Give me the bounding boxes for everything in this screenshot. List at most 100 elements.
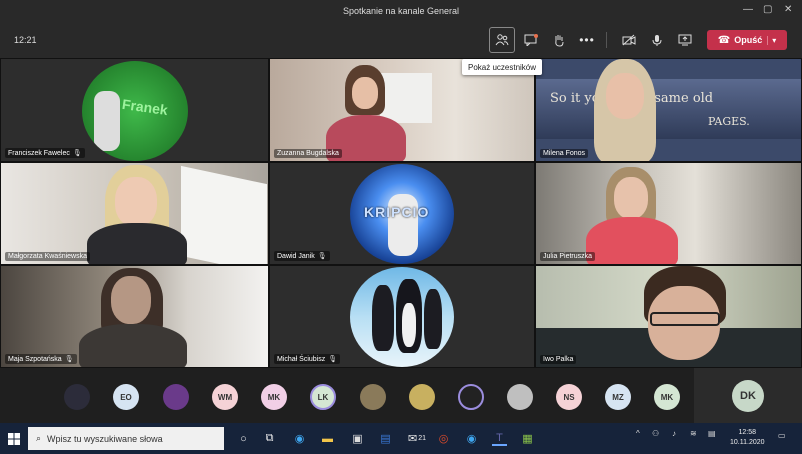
participant-name: Milena Fonos (540, 149, 589, 158)
leave-meeting-button[interactable]: ☎ Opuść ▾ (707, 30, 787, 50)
chevron-down-icon: ▾ (767, 35, 776, 45)
person-face (115, 177, 157, 227)
participant-name: Maja Szpotańska 🎙︎ (5, 354, 77, 364)
participant-name: Dawid Janik 🎙︎ (274, 251, 330, 261)
share-screen-button[interactable] (672, 27, 698, 53)
camera-toggle-button[interactable] (616, 27, 642, 53)
participant-name: Michał Ściubisz 🎙︎ (274, 354, 341, 364)
participant-name: Zuzanna Bugdalska (274, 149, 342, 158)
microphone-icon (652, 34, 662, 46)
self-view[interactable]: DK (694, 368, 802, 423)
person-face (614, 177, 648, 219)
close-window-button[interactable]: ✕ (784, 4, 792, 15)
participant-avatar[interactable]: WM (212, 384, 238, 410)
person-body (87, 223, 187, 264)
chat-button[interactable] (518, 27, 544, 53)
video-tile[interactable]: KRIPCIO Dawid Janik 🎙︎ (269, 162, 535, 265)
leave-label: Opuść (734, 35, 763, 45)
raise-hand-button[interactable] (546, 27, 572, 53)
taskbar-search[interactable]: ⌕ Wpisz tu wyszukiwane słowa (28, 427, 224, 450)
app-icon[interactable]: ▦ (520, 431, 535, 446)
notifications-icon[interactable]: ▭ (778, 431, 786, 440)
more-icon: ••• (579, 33, 595, 47)
participant-avatar[interactable]: MK (261, 384, 287, 410)
task-view-icon[interactable]: ⧉ (262, 431, 277, 446)
avatar-figure (94, 91, 120, 151)
tray-chevron-up-icon[interactable]: ^ (636, 429, 640, 438)
video-tile[interactable]: Małgorzata Kwaśniewska (0, 162, 269, 265)
participant-name: Franciszek Fawelec 🎙︎ (5, 148, 85, 158)
participant-avatar-speaking[interactable]: LK (310, 384, 336, 410)
cortana-icon[interactable]: ○ (236, 431, 251, 446)
participant-avatar[interactable] (360, 384, 386, 410)
word-icon[interactable]: ▤ (378, 431, 393, 446)
teams-icon[interactable]: T (492, 431, 507, 446)
store-icon[interactable]: ▣ (350, 431, 365, 446)
penguin-belly (402, 303, 416, 347)
tray-network-icon[interactable]: ≋ (690, 429, 697, 438)
video-tile[interactable]: Julia Pietruszka (535, 162, 802, 265)
meeting-timer: 12:21 (14, 35, 37, 45)
video-grid: Franek Franciszek Fawelec 🎙︎ Zuzanna Bugd… (0, 58, 802, 368)
penguin-1 (372, 285, 394, 351)
search-input: Wpisz tu wyszukiwane słowa (47, 433, 163, 444)
video-tile[interactable]: Iwo Palka (535, 265, 802, 368)
self-avatar: DK (732, 379, 764, 412)
participant-avatar[interactable]: MK (654, 384, 680, 410)
raise-hand-icon (555, 34, 564, 47)
toolbar-divider (606, 32, 607, 48)
participant-name: Małgorzata Kwaśniewska (5, 252, 90, 261)
person-body (79, 324, 187, 367)
participant-avatar[interactable] (64, 384, 90, 410)
chat-icon (524, 34, 538, 46)
file-explorer-icon[interactable]: ▬ (320, 431, 335, 446)
participant-avatar[interactable] (409, 384, 435, 410)
background-door (181, 165, 267, 264)
participant-name: Julia Pietruszka (540, 252, 596, 261)
video-tile[interactable]: Michał Ściubisz 🎙︎ (269, 265, 535, 368)
muted-mic-icon: 🎙︎ (72, 150, 82, 157)
show-participants-button[interactable] (489, 27, 515, 53)
mail-icon[interactable]: ✉ 21 (406, 431, 428, 446)
clock-date: 10.11.2020 (730, 439, 765, 446)
mail-badge: 21 (418, 435, 426, 442)
background-poster: So it you of the same old PAGES. (536, 79, 801, 139)
background-window (380, 73, 432, 123)
microphone-toggle-button[interactable] (644, 27, 670, 53)
participant-avatar[interactable]: MZ (605, 384, 631, 410)
more-actions-button[interactable]: ••• (574, 27, 600, 53)
participant-avatar[interactable]: NS (556, 384, 582, 410)
tray-audio-icon[interactable]: ♪ (672, 429, 676, 438)
participants-icon (495, 34, 509, 46)
maximize-button[interactable]: ▢ (763, 4, 772, 15)
avatar-text: Franek (121, 95, 169, 119)
person-face (606, 73, 644, 119)
edge-chromium-icon[interactable]: ◉ (464, 431, 479, 446)
participants-strip: EO WM MK LK NS MZ MK DK (0, 368, 802, 423)
windows-taskbar: ⌕ Wpisz tu wyszukiwane słowa ○ ⧉ ◉ ▬ ▣ ▤… (0, 423, 802, 454)
edge-icon[interactable]: ◉ (292, 431, 307, 446)
clock-time: 12:58 (738, 429, 757, 436)
start-button[interactable] (6, 431, 21, 446)
taskbar-clock[interactable]: 12:58 10.11.2020 (730, 428, 765, 448)
video-tile[interactable]: So it you of the same old PAGES. Milena … (535, 58, 802, 162)
video-tile[interactable]: Maja Szpotańska 🎙︎ (0, 265, 269, 368)
video-tile[interactable]: Franek Franciszek Fawelec 🎙︎ (0, 58, 269, 162)
minimize-button[interactable]: — (743, 4, 753, 15)
person-body (586, 217, 678, 264)
participant-avatar[interactable] (507, 384, 533, 410)
profile-avatar (350, 267, 454, 367)
glasses (650, 312, 720, 326)
participant-avatar-speaking[interactable] (458, 384, 484, 410)
window-title: Spotkanie na kanale General (342, 6, 460, 16)
meeting-toolbar: 12:21 ••• ☎ Opuść ▾ (0, 22, 802, 58)
profile-avatar: KRIPCIO (350, 164, 454, 264)
person-face (352, 77, 378, 109)
tray-people-icon[interactable]: ⚇ (652, 429, 659, 438)
participant-avatar[interactable] (163, 384, 189, 410)
opera-icon[interactable]: ◎ (436, 431, 451, 446)
phone-hangup-icon: ☎ (717, 34, 731, 46)
participant-avatar[interactable]: EO (113, 384, 139, 410)
tray-language-icon[interactable]: ▤ (708, 429, 716, 438)
muted-mic-icon: 🎙︎ (64, 356, 74, 363)
